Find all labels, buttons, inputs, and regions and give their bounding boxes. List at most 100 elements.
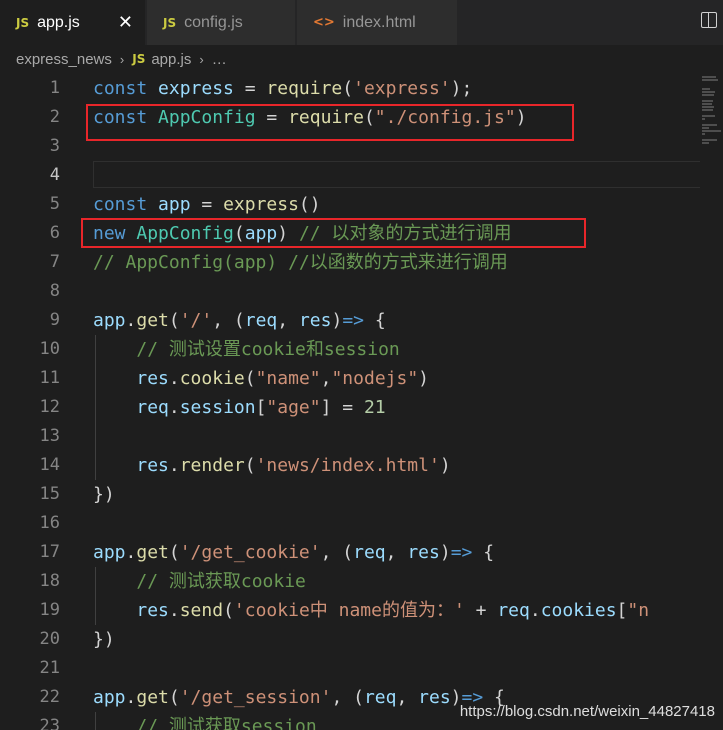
tab-index-html[interactable]: <> index.html [297,0,457,45]
code-line[interactable]: 18 // 测试获取cookie [0,567,700,596]
code-token: ( [168,310,180,331]
code-line[interactable]: 19 res.send('cookie中 name的值为：' + req.coo… [0,596,700,625]
code-token: // 测试获取cookie [136,571,306,592]
code-line[interactable]: 5 const app = express() [0,190,700,219]
code-text: // 测试获取cookie [93,567,306,596]
code-token: // 测试设置cookie和session [136,339,400,360]
code-token: '/get_session' [179,687,332,708]
code-line[interactable]: 15}) [0,480,700,509]
line-number: 15 [39,484,60,504]
line-number: 2 [49,107,60,127]
code-text: }) [93,625,115,654]
code-text: }) [93,480,115,509]
tab-config-js[interactable]: JS config.js [147,0,295,45]
code-text: app.get('/get_cookie', (req, res)=> { [93,538,494,567]
split-editor-icon[interactable] [701,12,717,28]
code-line[interactable]: 14 res.render('news/index.html') [0,451,700,480]
tab-bar: JS app.js ✕ JS config.js <> index.html [0,0,723,45]
code-text: const express = require('express'); [93,74,472,103]
minimap-line [702,88,711,90]
code-token: . [529,600,541,621]
code-token: 'cookie中 name的值为：' [233,600,465,621]
minimap-line [702,118,705,120]
code-token: [ [255,397,267,418]
code-token: req [363,687,397,708]
line-number: 13 [39,426,60,446]
code-token: () [298,194,321,215]
highlight-box-line-2 [86,104,574,141]
code-token: ) [331,310,343,331]
close-icon[interactable]: ✕ [118,12,133,33]
code-token: ) [439,455,451,476]
code-token: + [464,600,498,621]
code-token: const [93,194,148,215]
minimap[interactable] [700,73,723,730]
code-token: req [136,397,169,418]
code-text: // 测试获取session [93,712,316,730]
code-text: app.get('/', (req, res)=> { [93,306,386,335]
code-token: "nodejs" [331,368,419,389]
code-token: = [233,78,267,99]
code-line[interactable]: 20}) [0,625,700,654]
breadcrumb-file[interactable]: app.js [151,51,191,68]
code-line[interactable]: 1 const express = require('express'); [0,74,700,103]
code-text: app.get('/get_session', (req, res)=> { [93,683,505,712]
line-number: 14 [39,455,60,475]
code-text: res.render('news/index.html') [93,451,451,480]
code-token: get [136,687,169,708]
code-token: // AppConfig(app) //以函数的方式来进行调用 [93,252,508,273]
code-token: . [125,310,137,331]
line-number: 1 [49,78,60,98]
code-line[interactable]: 13 [0,422,700,451]
code-token: 21 [363,397,386,418]
tab-app-js[interactable]: JS app.js ✕ [0,0,145,45]
code-token: , [385,542,408,563]
code-line[interactable]: 4 [0,161,700,190]
chevron-right-icon: › [119,51,125,67]
code-token: const [93,78,148,99]
watermark-text: https://blog.csdn.net/weixin_44827418 [459,703,715,720]
code-token: . [168,368,180,389]
code-token: req [497,600,530,621]
code-token: ] = [320,397,364,418]
code-text: // AppConfig(app) //以函数的方式来进行调用 [93,248,508,277]
html-file-icon: <> [313,15,335,30]
line-number: 9 [49,310,60,330]
tab-label: index.html [342,13,416,31]
code-token: app [93,687,126,708]
code-editor[interactable]: 1 const express = require('express'); 2 con… [0,73,700,730]
code-line[interactable]: 9 app.get('/', (req, res)=> { [0,306,700,335]
code-token: ( [168,542,180,563]
code-text: res.send('cookie中 name的值为：' + req.cookie… [93,596,649,625]
breadcrumb-symbol[interactable]: … [212,51,227,68]
code-token: res [418,687,451,708]
code-line[interactable]: 7 // AppConfig(app) //以函数的方式来进行调用 [0,248,700,277]
code-line[interactable]: 17 app.get('/get_cookie', (req, res)=> { [0,538,700,567]
minimap-line [702,94,715,96]
line-number: 20 [39,629,60,649]
code-token: . [125,687,137,708]
minimap-line [702,76,716,78]
breadcrumb-folder[interactable]: express_news [16,51,112,68]
code-token: = [190,194,224,215]
code-line[interactable]: 8 [0,277,700,306]
code-token: res [136,368,169,389]
chevron-right-icon: › [199,51,204,67]
code-line[interactable]: 16 [0,509,700,538]
code-line[interactable]: 21 [0,654,700,683]
code-line[interactable]: 10 // 测试设置cookie和session [0,335,700,364]
code-text: req.session["age"] = 21 [93,393,386,422]
code-token: , ( [212,310,245,331]
code-token: render [179,455,245,476]
code-token: session [179,397,256,418]
tab-label: app.js [37,13,80,31]
code-token: app [93,542,126,563]
code-line[interactable]: 11 res.cookie("name","nodejs") [0,364,700,393]
minimap-line [702,79,718,81]
code-line[interactable]: 12 req.session["age"] = 21 [0,393,700,422]
code-token: }) [93,484,115,505]
